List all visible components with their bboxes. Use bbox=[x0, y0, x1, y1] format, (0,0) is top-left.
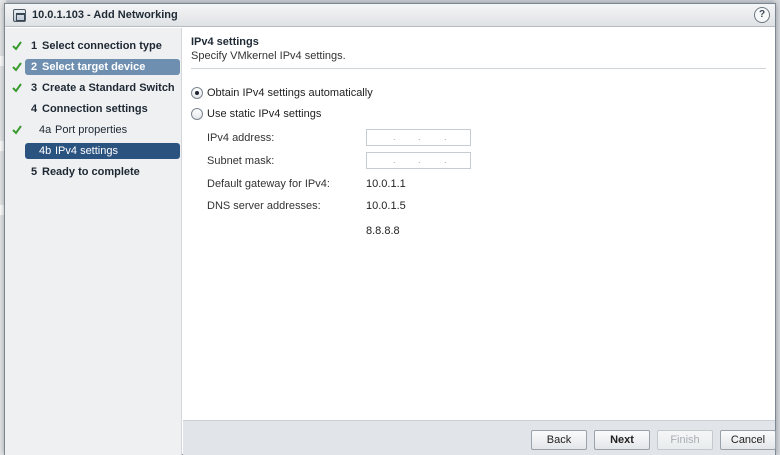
radio-button[interactable] bbox=[191, 87, 203, 99]
wizard-steps-sidebar: 1 Select connection type 2 Select target… bbox=[5, 28, 182, 455]
octet-separator: . bbox=[393, 155, 396, 165]
wizard-step-ready-to-complete[interactable]: 5 Ready to complete bbox=[25, 164, 180, 180]
next-button[interactable]: Next bbox=[594, 430, 650, 450]
wizard-step-select-connection-type[interactable]: 1 Select connection type bbox=[25, 38, 180, 54]
step-label: Port properties bbox=[55, 124, 128, 136]
add-networking-dialog: 10.0.1.103 - Add Networking ? 1 Select c… bbox=[4, 3, 776, 455]
step-label: Select connection type bbox=[42, 40, 162, 52]
step-label: IPv4 settings bbox=[55, 145, 118, 157]
default-gateway-label: Default gateway for IPv4: bbox=[207, 178, 330, 190]
step-label: Create a Standard Switch bbox=[42, 82, 175, 94]
page-title: IPv4 settings bbox=[191, 36, 259, 48]
dns-server-value: 10.0.1.5 bbox=[366, 200, 406, 212]
step-number: 4a bbox=[39, 124, 52, 136]
ipv4-address-label: IPv4 address: bbox=[207, 132, 275, 144]
octet-separator: . bbox=[444, 132, 447, 142]
option-label: Use static IPv4 settings bbox=[207, 108, 322, 120]
step-number: 3 bbox=[31, 82, 38, 94]
check-icon bbox=[12, 62, 22, 72]
step-number: 2 bbox=[31, 61, 38, 73]
dns-servers-label: DNS server addresses: bbox=[207, 200, 321, 212]
wizard-step-port-properties[interactable]: 4a Port properties bbox=[25, 122, 180, 138]
option-label: Obtain IPv4 settings automatically bbox=[207, 87, 373, 99]
dialog-titlebar[interactable]: 10.0.1.103 - Add Networking ? bbox=[5, 4, 775, 27]
wizard-footer: Back Next Finish Cancel bbox=[183, 420, 776, 455]
step-number: 5 bbox=[31, 166, 38, 178]
dialog-title: 10.0.1.103 - Add Networking bbox=[32, 9, 178, 21]
octet-separator: . bbox=[444, 155, 447, 165]
host-icon bbox=[13, 9, 26, 22]
radio-button[interactable] bbox=[191, 108, 203, 120]
octet-separator: . bbox=[418, 132, 421, 142]
wizard-step-create-standard-switch[interactable]: 3 Create a Standard Switch bbox=[25, 80, 180, 96]
wizard-step-connection-settings[interactable]: 4 Connection settings bbox=[25, 101, 180, 117]
octet-separator: . bbox=[418, 155, 421, 165]
subnet-mask-input[interactable]: . . . bbox=[366, 152, 471, 169]
step-label: Ready to complete bbox=[42, 166, 140, 178]
wizard-step-ipv4-settings[interactable]: 4b IPv4 settings bbox=[25, 143, 180, 159]
step-label: Select target device bbox=[42, 61, 146, 73]
header-divider bbox=[191, 68, 766, 69]
check-icon bbox=[12, 41, 22, 51]
step-number: 1 bbox=[31, 40, 38, 52]
back-button[interactable]: Back bbox=[531, 430, 587, 450]
check-icon bbox=[12, 83, 22, 93]
step-label: Connection settings bbox=[42, 103, 148, 115]
finish-button[interactable]: Finish bbox=[657, 430, 713, 450]
step-number: 4 bbox=[31, 103, 38, 115]
default-gateway-value: 10.0.1.1 bbox=[366, 178, 406, 190]
page-subtitle: Specify VMkernel IPv4 settings. bbox=[191, 50, 346, 62]
ipv4-address-input[interactable]: . . . bbox=[366, 129, 471, 146]
help-icon[interactable]: ? bbox=[754, 7, 770, 23]
step-number: 4b bbox=[39, 145, 52, 157]
subnet-mask-label: Subnet mask: bbox=[207, 155, 275, 167]
cancel-button[interactable]: Cancel bbox=[720, 430, 776, 450]
dns-server-value: 8.8.8.8 bbox=[366, 225, 400, 237]
ipv4-settings-panel: IPv4 settings Specify VMkernel IPv4 sett… bbox=[183, 28, 775, 420]
wizard-step-select-target-device[interactable]: 2 Select target device bbox=[25, 59, 180, 75]
check-icon bbox=[12, 125, 22, 135]
octet-separator: . bbox=[393, 132, 396, 142]
